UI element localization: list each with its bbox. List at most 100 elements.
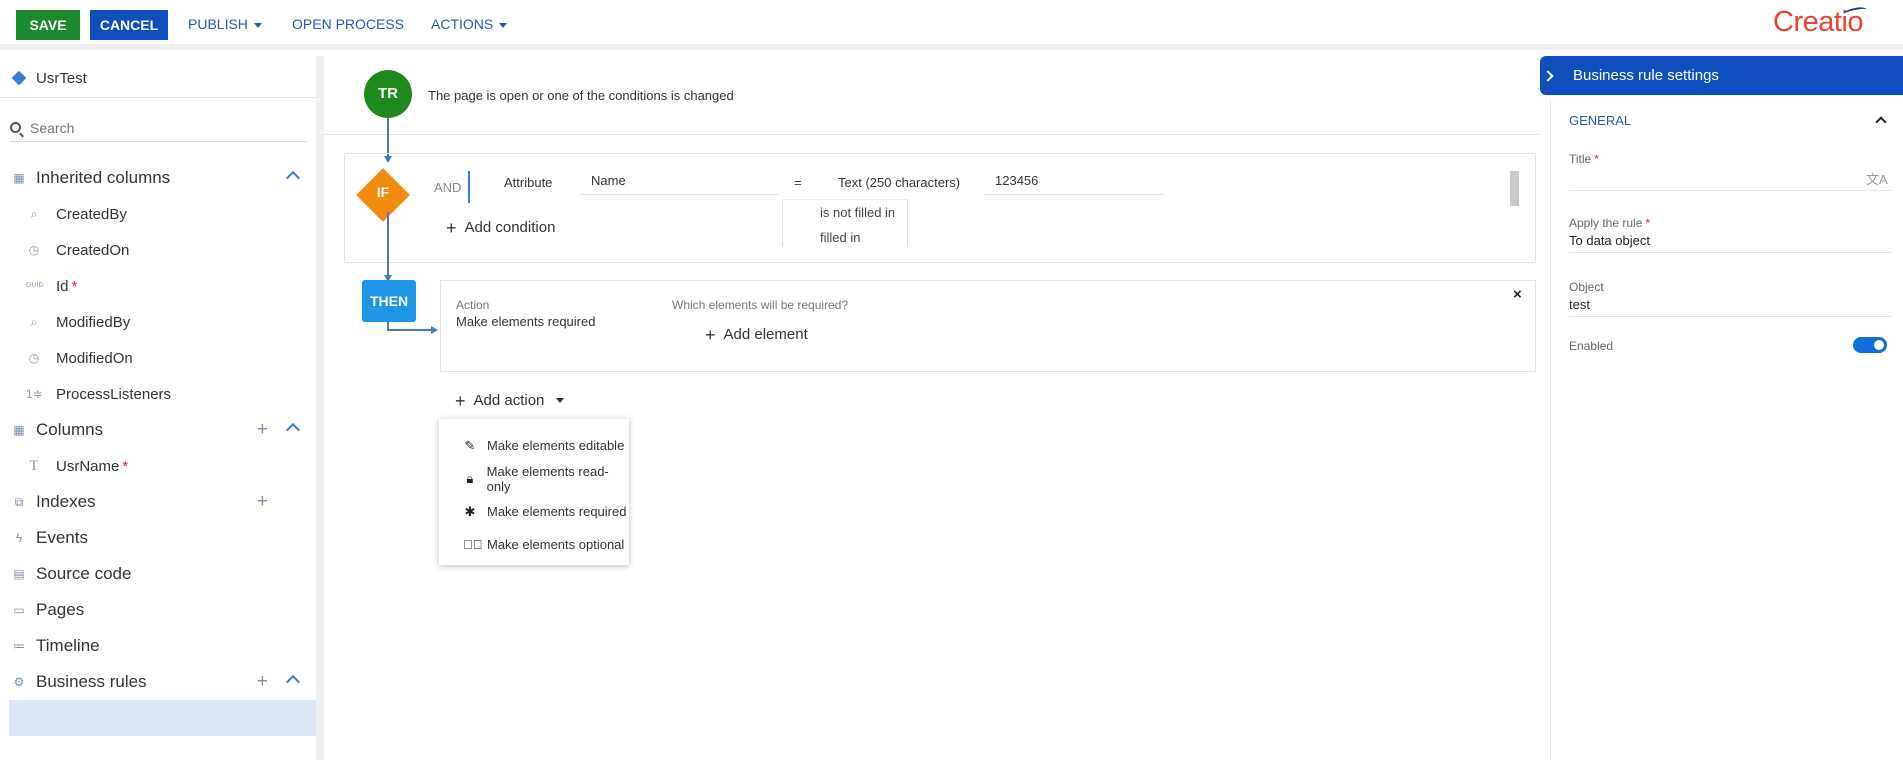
add-condition-button[interactable]: + Add condition <box>446 219 555 237</box>
plus-icon: + <box>705 324 716 345</box>
action-value[interactable]: Make elements required <box>456 314 595 329</box>
column-item-processlisteners[interactable]: 1≑ ProcessListeners <box>0 376 316 412</box>
scrollbar-thumb[interactable] <box>1510 171 1519 206</box>
creatio-logo: Creatio <box>1773 5 1868 39</box>
chevron-right-icon[interactable] <box>1542 69 1554 82</box>
add-rule-icon[interactable]: + <box>257 672 268 691</box>
group-columns[interactable]: ▦ Columns + <box>0 412 316 448</box>
condition-operator[interactable]: = <box>794 175 802 190</box>
trigger-badge: TR <box>364 70 412 118</box>
column-item-createdby[interactable]: ⌕ CreatedBy <box>0 196 316 232</box>
column-item-createdon[interactable]: ◷ CreatedOn <box>0 232 316 268</box>
action-block <box>440 280 1536 372</box>
operator-option[interactable]: is not filled in <box>783 200 907 225</box>
lookup-icon: ⌕ <box>30 315 38 329</box>
object-field[interactable]: test <box>1569 297 1590 312</box>
top-toolbar: SAVE CANCEL PUBLISH OPEN PROCESS ACTIONS… <box>0 0 1903 50</box>
operator-dropdown: is not filled in filled in <box>782 199 908 246</box>
save-button[interactable]: SAVE <box>16 10 80 40</box>
menu-item-label: Make elements optional <box>487 537 625 552</box>
group-timeline[interactable]: ≔ Timeline <box>0 628 316 664</box>
integer-icon: 1≑ <box>26 387 43 401</box>
field-underline <box>1569 316 1891 317</box>
gear-icon: ⚙ <box>13 675 25 689</box>
actions-menu-button[interactable]: ACTIONS <box>431 16 508 32</box>
group-pages[interactable]: ▭ Pages <box>0 592 316 628</box>
chevron-up-icon[interactable] <box>285 422 301 438</box>
rule-settings-panel: Business rule settings GENERAL Title * 文A… <box>1540 56 1903 760</box>
close-icon[interactable]: × <box>1513 286 1522 303</box>
chevron-up-icon[interactable] <box>1875 116 1887 128</box>
column-label: Id <box>56 277 69 295</box>
condition-left-type[interactable]: Attribute <box>504 175 552 190</box>
structure-tree: ▦ Inherited columns ⌕ CreatedBy ◷ Create… <box>0 160 316 736</box>
flow-connector <box>387 118 389 158</box>
add-column-icon[interactable]: + <box>257 420 268 439</box>
panel-divider <box>1550 100 1551 760</box>
group-label: Source code <box>36 564 132 583</box>
column-item-usrname[interactable]: T UsrName * <box>0 448 316 484</box>
indexes-icon: ⧉ <box>14 495 24 509</box>
datetime-icon: ◷ <box>28 351 40 365</box>
enabled-toggle[interactable] <box>1853 337 1887 353</box>
flow-connector <box>387 329 433 331</box>
open-process-button[interactable]: OPEN PROCESS <box>292 16 404 32</box>
group-events[interactable]: ϟ Events <box>0 520 316 556</box>
cancel-button[interactable]: CANCEL <box>90 10 168 40</box>
arrow-right-icon <box>431 326 438 334</box>
menu-item-make-required[interactable]: ✱ Make elements required <box>439 495 629 528</box>
datetime-icon: ◷ <box>28 243 40 257</box>
group-indexes[interactable]: ⧉ Indexes + <box>0 484 316 520</box>
group-label: Indexes <box>36 492 96 511</box>
column-label: CreatedOn <box>56 241 130 259</box>
group-label: Inherited columns <box>36 168 171 187</box>
group-inherited-columns[interactable]: ▦ Inherited columns <box>0 160 316 196</box>
field-underline <box>1569 190 1891 191</box>
publish-menu-button[interactable]: PUBLISH <box>188 16 262 32</box>
add-action-menu: ✎ Make elements editable 🔒︎ Make element… <box>439 419 629 565</box>
selected-business-rule[interactable] <box>9 700 316 736</box>
divider <box>324 134 1552 135</box>
chevron-down-icon <box>499 22 508 28</box>
group-label: Timeline <box>36 636 100 655</box>
menu-item-make-editable[interactable]: ✎ Make elements editable <box>439 429 629 462</box>
object-structure-sidebar: UsrTest ▦ Inherited columns ⌕ CreatedBy … <box>0 56 324 760</box>
chevron-up-icon[interactable] <box>285 674 301 690</box>
add-element-button[interactable]: + Add element <box>705 324 808 345</box>
section-general[interactable]: GENERAL <box>1569 113 1631 128</box>
title-label-text: Title <box>1569 152 1592 166</box>
asterisk-icon: ✱ <box>464 503 476 519</box>
menu-item-make-read-only[interactable]: 🔒︎ Make elements read-only <box>439 462 629 495</box>
menu-item-label: Make elements required <box>487 504 627 519</box>
translate-icon[interactable]: 文A <box>1866 169 1888 188</box>
column-item-modifiedon[interactable]: ◷ ModifiedOn <box>0 340 316 376</box>
columns-icon: ▦ <box>13 171 25 185</box>
then-badge: THEN <box>362 280 416 322</box>
menu-item-make-optional[interactable]: ✓⃝ Make elements optional <box>439 528 629 561</box>
group-source-code[interactable]: ▤ Source code <box>0 556 316 592</box>
search-input[interactable] <box>30 119 290 136</box>
add-index-icon[interactable]: + <box>257 492 268 511</box>
actions-label: ACTIONS <box>431 16 494 32</box>
condition-right-field[interactable]: 123456 <box>984 167 1164 195</box>
if-badge: IF <box>376 184 390 200</box>
group-label: Pages <box>36 600 85 619</box>
add-action-button[interactable]: + Add action <box>455 392 565 410</box>
column-label: CreatedBy <box>56 205 127 223</box>
settings-header[interactable]: Business rule settings <box>1540 56 1903 95</box>
apply-rule-field[interactable]: To data object <box>1569 233 1650 248</box>
object-label: Object <box>1569 280 1604 294</box>
group-business-rules[interactable]: ⚙ Business rules + <box>0 664 316 700</box>
condition-left-field[interactable]: Name <box>580 167 780 195</box>
operator-option[interactable]: filled in <box>783 225 907 246</box>
condition-right-type[interactable]: Text (250 characters) <box>838 175 960 190</box>
column-item-id[interactable]: GUID Id * <box>0 268 316 304</box>
column-label: ModifiedBy <box>56 313 131 331</box>
cube-icon <box>11 70 27 86</box>
column-item-modifiedby[interactable]: ⌕ ModifiedBy <box>0 304 316 340</box>
group-label: Events <box>36 528 88 547</box>
apply-rule-label: Apply the rule * <box>1569 216 1650 230</box>
and-operator[interactable]: AND <box>434 180 461 195</box>
lightning-icon: ϟ <box>15 531 23 545</box>
chevron-up-icon[interactable] <box>285 170 301 186</box>
